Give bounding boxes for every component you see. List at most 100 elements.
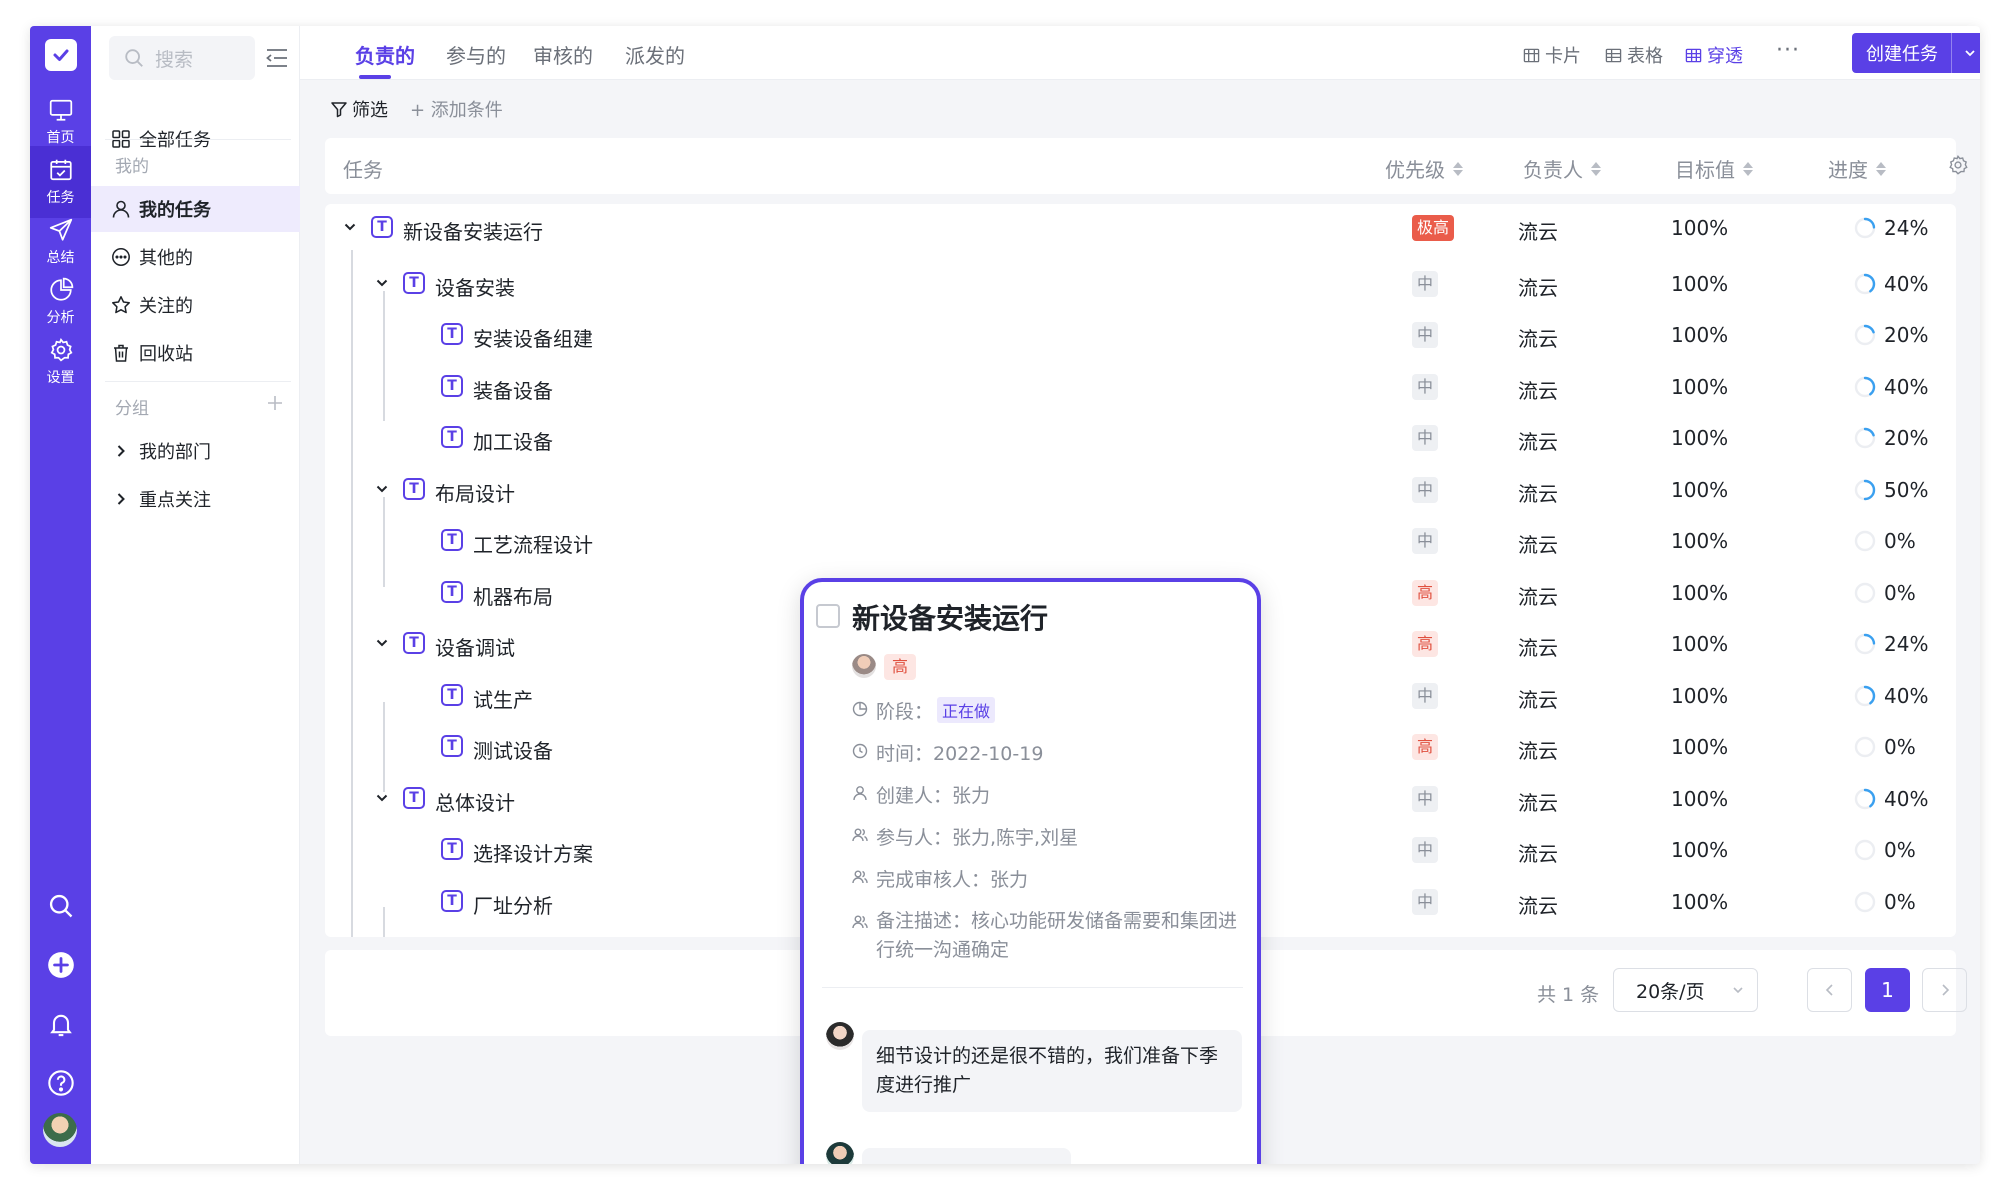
sidebar-item-label: 回收站 <box>139 344 193 365</box>
trash-icon <box>114 344 128 362</box>
table-row[interactable]: T 工艺流程设计 中 流云 100% 0% <box>325 517 1956 568</box>
task-name[interactable]: 设备调试 <box>435 632 515 661</box>
participants-text: 参与人：张力,陈宇,刘星 <box>876 827 1079 849</box>
create-task-button[interactable]: 创建任务 <box>1852 33 1980 73</box>
progress-value: 0% <box>1884 838 1916 862</box>
remark-text: 备注描述：核心功能研发储备需要和集团进行统一沟通确定 <box>876 910 1238 961</box>
table-row[interactable]: T 布局设计 中 流云 100% 50% <box>325 466 1956 517</box>
comment-bubble: 细节设计的还是很不错的，我们准备下季度进行推广 <box>862 1030 1242 1112</box>
clock-icon <box>852 743 868 759</box>
more-button[interactable]: ··· <box>1776 38 1800 63</box>
task-name[interactable]: 厂址分析 <box>473 890 553 919</box>
table-row[interactable]: T 安装设备组建 中 流云 100% 20% <box>325 311 1956 362</box>
rail-item-settings[interactable]: 设置 <box>30 326 91 398</box>
column-header-progress[interactable]: 进度 <box>1828 154 1886 183</box>
search-placeholder: 搜索 <box>155 48 194 71</box>
column-settings-icon[interactable] <box>1947 154 1969 176</box>
task-name[interactable]: 总体设计 <box>435 787 515 816</box>
sidebar-item-recycle[interactable]: 回收站 <box>91 330 300 376</box>
priority-badge: 中 <box>1412 837 1439 863</box>
column-header-priority[interactable]: 优先级 <box>1385 154 1463 183</box>
chevron-down-icon[interactable] <box>343 220 357 234</box>
progress-cell: 0% <box>1854 581 1916 605</box>
add-condition-link[interactable]: + 添加条件 <box>410 96 503 122</box>
sidebar-item-followed[interactable]: 关注的 <box>91 282 300 328</box>
chevron-right-icon <box>1941 984 1949 996</box>
tab-underline <box>359 75 391 79</box>
progress-cell: 20% <box>1854 426 1928 450</box>
task-type-icon: T <box>403 272 425 294</box>
task-name[interactable]: 布局设计 <box>435 478 515 507</box>
chevron-down-icon[interactable] <box>375 636 389 650</box>
prev-page-button[interactable] <box>1807 968 1852 1012</box>
task-name[interactable]: 测试设备 <box>473 735 553 764</box>
sort-icon[interactable] <box>1876 161 1886 177</box>
create-task-label: 创建任务 <box>1866 44 1938 65</box>
target-cell: 100% <box>1671 375 1729 399</box>
task-name[interactable]: 安装设备组建 <box>473 323 593 352</box>
sort-icon[interactable] <box>1453 161 1463 177</box>
next-page-button[interactable] <box>1922 968 1967 1012</box>
add-circle-icon[interactable] <box>47 951 75 979</box>
filter-button[interactable]: 筛选 <box>330 96 388 122</box>
stage-tag: 正在做 <box>937 697 996 723</box>
sort-icon[interactable] <box>1591 161 1601 177</box>
task-complete-checkbox[interactable] <box>816 604 840 628</box>
priority-badge: 中 <box>1412 889 1439 915</box>
tab-dispatched[interactable]: 派发的 <box>625 40 685 69</box>
add-group-icon[interactable] <box>266 394 284 412</box>
task-name[interactable]: 新设备安装运行 <box>403 216 543 245</box>
bell-icon[interactable] <box>47 1010 75 1038</box>
task-name[interactable]: 加工设备 <box>473 426 553 455</box>
users-icon <box>852 915 868 929</box>
pivot-view-icon <box>1685 48 1702 62</box>
app-logo-icon[interactable] <box>45 39 77 71</box>
table-row[interactable]: T 加工设备 中 流云 100% 20% <box>325 414 1956 465</box>
progress-ring-icon <box>1854 530 1876 552</box>
reviewer-text: 完成审核人：张力 <box>876 869 1029 891</box>
sidebar-item-my-dept[interactable]: 我的部门 <box>91 428 300 474</box>
help-icon[interactable] <box>47 1069 75 1097</box>
filter-label: 筛选 <box>352 100 388 121</box>
rail-label: 设置 <box>46 370 75 386</box>
page-number-current[interactable]: 1 <box>1865 968 1910 1012</box>
tab-responsible[interactable]: 负责的 <box>355 40 415 69</box>
view-table-button[interactable]: 表格 <box>1605 42 1663 68</box>
tab-participated[interactable]: 参与的 <box>446 40 506 69</box>
view-pivot-button[interactable]: 穿透 <box>1685 42 1743 68</box>
chevron-down-icon[interactable] <box>375 482 389 496</box>
tab-review[interactable]: 审核的 <box>533 40 593 69</box>
table-row[interactable]: T 设备安装 中 流云 100% 40% <box>325 260 1956 311</box>
column-header-owner[interactable]: 负责人 <box>1523 154 1601 183</box>
star-icon <box>112 296 130 314</box>
user-icon <box>112 200 130 218</box>
task-name[interactable]: 设备安装 <box>435 272 515 301</box>
task-name[interactable]: 工艺流程设计 <box>473 529 593 558</box>
task-name[interactable]: 试生产 <box>473 684 533 713</box>
chevron-down-icon[interactable] <box>375 791 389 805</box>
view-card-button[interactable]: 卡片 <box>1523 42 1581 68</box>
task-name[interactable]: 装备设备 <box>473 375 553 404</box>
column-header-target[interactable]: 目标值 <box>1675 154 1753 183</box>
sidebar-item-my-tasks[interactable]: 我的任务 <box>91 186 300 232</box>
search-icon[interactable] <box>47 892 75 920</box>
table-row[interactable]: T 新设备安装运行 极高 流云 100% 24% <box>325 204 1956 255</box>
task-name[interactable]: 选择设计方案 <box>473 838 593 867</box>
sidebar-item-key-focus[interactable]: 重点关注 <box>91 476 300 522</box>
task-type-icon: T <box>371 216 393 238</box>
search-input[interactable]: 搜索 <box>109 36 255 80</box>
chevron-down-icon[interactable] <box>375 276 389 290</box>
progress-cell: 24% <box>1854 632 1928 656</box>
collapse-menu-icon[interactable] <box>265 47 289 69</box>
card-title: 新设备安装运行 <box>852 602 1049 635</box>
task-name[interactable]: 机器布局 <box>473 581 553 610</box>
avatar <box>852 654 876 678</box>
owner-cell: 流云 <box>1518 379 1558 403</box>
table-row[interactable]: T 装备设备 中 流云 100% 40% <box>325 363 1956 414</box>
user-avatar[interactable] <box>43 1113 77 1147</box>
gear-icon <box>50 338 72 362</box>
page-size-select[interactable]: 20条/页 <box>1613 968 1758 1012</box>
create-dropdown-toggle[interactable] <box>1952 46 1980 60</box>
sort-icon[interactable] <box>1743 161 1753 177</box>
sidebar-item-others[interactable]: 其他的 <box>91 234 300 280</box>
